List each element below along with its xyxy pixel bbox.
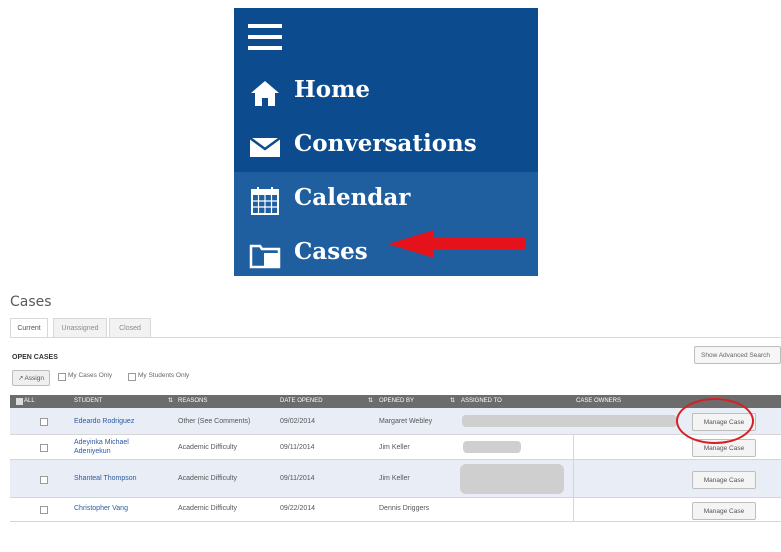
row-checkbox[interactable] (40, 444, 48, 452)
nav-item-calendar-label: Calendar (294, 184, 411, 211)
col-assigned-to: ASSIGNED TO (461, 398, 502, 404)
my-students-only-checkbox[interactable] (128, 373, 136, 381)
folder-icon (249, 244, 281, 269)
nav-item-cases-label: Cases (294, 238, 368, 265)
my-cases-only-label: My Cases Only (68, 372, 113, 379)
nav-item-calendar[interactable]: Calendar (234, 172, 538, 226)
column-divider (573, 498, 574, 522)
col-all: ALL (24, 398, 35, 404)
opened-by-cell: Jim Keller (379, 444, 410, 451)
col-student-sort-icon[interactable]: ⇅ (168, 395, 173, 408)
tab-unassigned[interactable]: Unassigned (53, 318, 107, 338)
table-row: Edeardo Rodriguez Other (See Comments) 0… (10, 408, 781, 435)
col-reasons[interactable]: REASONS (178, 395, 207, 408)
calendar-icon (251, 187, 279, 215)
tab-current[interactable]: Current (10, 318, 48, 338)
row-checkbox[interactable] (40, 506, 48, 514)
nav-item-conversations-label: Conversations (294, 130, 477, 157)
opened-by-cell: Jim Keller (379, 475, 410, 482)
opened-by-cell: Dennis Driggers (379, 505, 430, 512)
nav-item-conversations[interactable]: Conversations (234, 118, 538, 172)
col-case-owners: CASE OWNERS (576, 398, 622, 404)
redacted-assignee (460, 464, 564, 494)
opened-by-cell: Margaret Webley (379, 418, 433, 425)
column-divider (573, 460, 574, 498)
date-opened-cell: 09/22/2014 (280, 505, 316, 512)
redacted-assignee (462, 415, 677, 427)
student-link[interactable]: Christopher Vang (74, 505, 128, 512)
hamburger-menu-icon[interactable] (248, 24, 282, 50)
table-row: Christopher Vang Academic Difficulty 09/… (10, 498, 781, 522)
col-date-opened[interactable]: DATE OPENED (280, 395, 323, 408)
assign-button[interactable]: ↗ Assign (12, 370, 50, 386)
table-header: ALL STUDENT ⇅ REASONS DATE OPENED ⇅ OPEN… (10, 395, 781, 408)
assign-icon: ↗ (18, 375, 24, 382)
home-icon (251, 81, 279, 106)
column-divider (573, 435, 574, 460)
col-opened-by-sort-icon[interactable]: ⇅ (450, 395, 455, 408)
row-checkbox[interactable] (40, 476, 48, 484)
reason-cell: Other (See Comments) (178, 418, 251, 425)
date-opened-cell: 09/11/2014 (280, 444, 315, 451)
manage-case-button[interactable]: Manage Case (692, 502, 756, 520)
red-arrow-annotation (388, 230, 526, 258)
nav-item-home[interactable]: Home (234, 64, 538, 118)
envelope-icon (249, 136, 281, 157)
page-title: Cases (10, 294, 52, 310)
assign-label: Assign (24, 374, 44, 382)
reason-cell: Academic Difficulty (178, 444, 238, 451)
student-link[interactable]: Adeyinka Michael Adeniyekun (74, 438, 154, 456)
nav-item-home-label: Home (294, 76, 371, 103)
manage-case-button[interactable]: Manage Case (692, 439, 756, 457)
col-opened-by[interactable]: OPENED BY (379, 395, 414, 408)
tabs-divider (10, 337, 781, 338)
row-checkbox[interactable] (40, 418, 48, 426)
col-student[interactable]: STUDENT (74, 395, 102, 408)
student-link[interactable]: Edeardo Rodriguez (74, 418, 134, 425)
reason-cell: Academic Difficulty (178, 475, 238, 482)
select-all-checkbox[interactable] (16, 398, 23, 405)
table-row: Shanteal Thompson Academic Difficulty 09… (10, 460, 781, 498)
student-link[interactable]: Shanteal Thompson (74, 475, 137, 482)
my-students-only-label: My Students Only (138, 372, 190, 379)
date-opened-cell: 09/11/2014 (280, 475, 315, 482)
reason-cell: Academic Difficulty (178, 505, 238, 512)
manage-case-button[interactable]: Manage Case (692, 471, 756, 489)
redacted-assignee (463, 441, 521, 453)
manage-case-button[interactable]: Manage Case (692, 413, 756, 431)
open-cases-heading: OPEN CASES (12, 354, 58, 361)
col-date-sort-icon[interactable]: ⇅ (368, 395, 373, 408)
date-opened-cell: 09/02/2014 (280, 418, 316, 425)
my-cases-only-checkbox[interactable] (58, 373, 66, 381)
tab-closed[interactable]: Closed (109, 318, 151, 338)
show-advanced-search-button[interactable]: Show Advanced Search (694, 346, 781, 364)
table-row: Adeyinka Michael Adeniyekun Academic Dif… (10, 435, 781, 460)
